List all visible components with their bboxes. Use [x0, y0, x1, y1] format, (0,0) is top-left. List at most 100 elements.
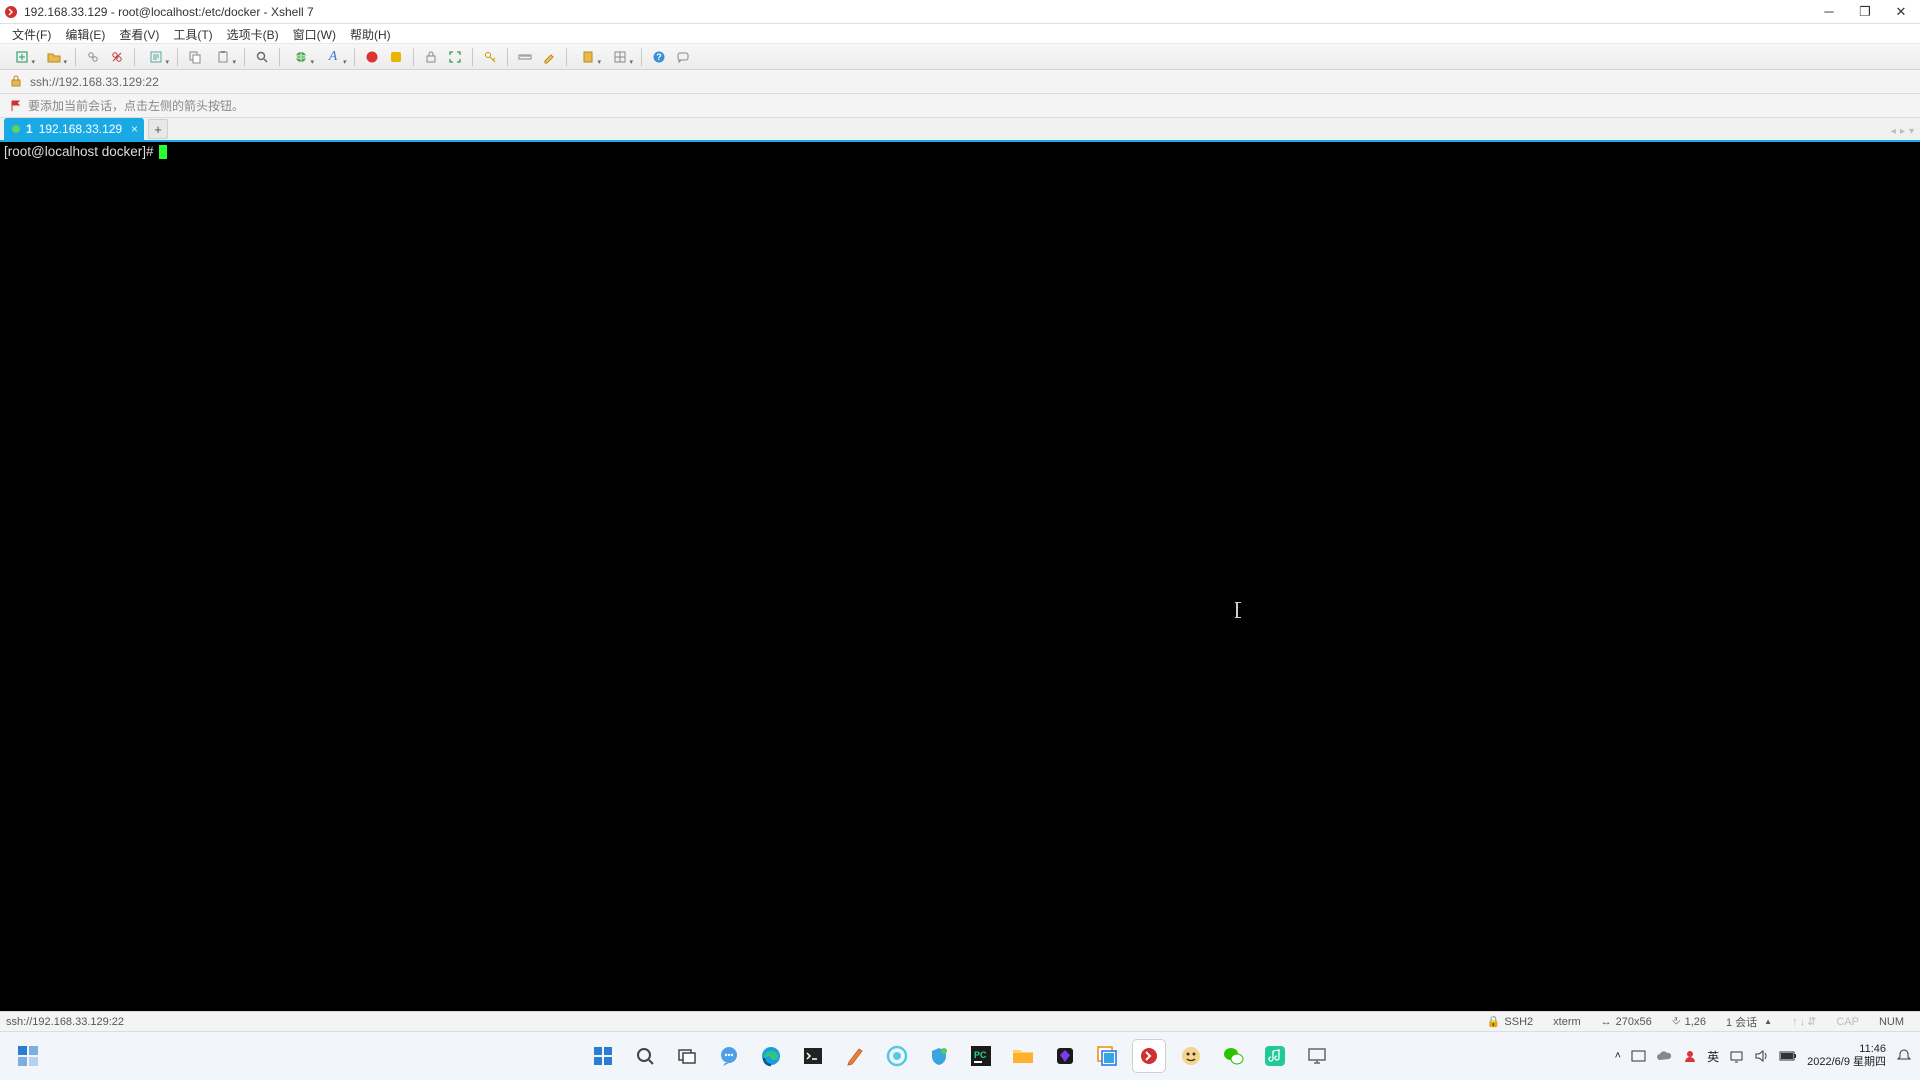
terminal-prompt: [root@localhost docker]# — [4, 144, 157, 159]
chevron-up-icon: ▲ — [1764, 1017, 1772, 1026]
arrow-up-icon[interactable]: ↑ — [1792, 1016, 1798, 1028]
properties-button[interactable] — [142, 47, 170, 67]
help-circle-icon[interactable]: ? — [649, 47, 669, 67]
menu-file[interactable]: 文件(F) — [12, 26, 51, 43]
svg-text:PC: PC — [974, 1050, 987, 1060]
system-tray: ˄ 英 11:46 2022/6/9 星期四 — [1615, 1043, 1912, 1069]
key-icon[interactable] — [480, 47, 500, 67]
status-cap: CAP — [1836, 1016, 1859, 1028]
windows-taskbar: PC ˄ 英 — [0, 1031, 1920, 1080]
disconnect-button[interactable] — [107, 47, 127, 67]
music-icon[interactable] — [1259, 1040, 1291, 1072]
paste-button[interactable] — [209, 47, 237, 67]
ruler-icon[interactable] — [515, 47, 535, 67]
arrow-sync-icon[interactable]: ⇵ — [1807, 1015, 1816, 1028]
menu-edit[interactable]: 编辑(E) — [65, 26, 105, 43]
menu-help[interactable]: 帮助(H) — [350, 26, 391, 43]
minimize-button[interactable]: ─ — [1820, 3, 1838, 21]
svg-text:?: ? — [656, 52, 662, 62]
font-button[interactable]: A — [319, 47, 347, 67]
size-icon: ↔ — [1601, 1016, 1612, 1028]
tab-next-icon[interactable]: ▸ — [1900, 126, 1905, 137]
terminal-icon[interactable] — [797, 1040, 829, 1072]
globe-button[interactable] — [287, 47, 315, 67]
lock-toolbar-icon[interactable] — [421, 47, 441, 67]
tab-menu-icon[interactable]: ▾ — [1909, 126, 1914, 137]
menu-view[interactable]: 查看(V) — [119, 26, 159, 43]
open-button[interactable] — [40, 47, 68, 67]
hint-text: 要添加当前会话，点击左侧的箭头按钮。 — [28, 97, 244, 114]
separator — [244, 48, 245, 66]
terminal[interactable]: [root@localhost docker]# — [0, 142, 1920, 1011]
widgets-icon[interactable] — [12, 1040, 44, 1072]
address-text: ssh://192.168.33.129:22 — [30, 75, 159, 89]
status-pos: ⎀1,26 — [1672, 1015, 1706, 1028]
new-session-button[interactable] — [8, 47, 36, 67]
app-icon-1[interactable] — [1175, 1040, 1207, 1072]
flag-icon[interactable] — [10, 100, 22, 112]
tray-battery-icon[interactable] — [1779, 1050, 1797, 1062]
tab-index: 1 — [26, 122, 33, 136]
tray-notification-icon[interactable] — [1896, 1048, 1912, 1064]
arrow-down-icon[interactable]: ↓ — [1800, 1016, 1806, 1028]
tab-close-icon[interactable]: × — [131, 122, 138, 136]
tab-nav: ◂ ▸ ▾ — [1891, 126, 1914, 137]
menu-window[interactable]: 窗口(W) — [293, 26, 336, 43]
edge-icon[interactable] — [755, 1040, 787, 1072]
vmware-icon[interactable] — [1091, 1040, 1123, 1072]
reconnect-button[interactable] — [83, 47, 103, 67]
wechat-icon[interactable] — [1217, 1040, 1249, 1072]
session-tab[interactable]: 1 192.168.33.129 × — [4, 118, 144, 140]
separator — [177, 48, 178, 66]
separator — [507, 48, 508, 66]
tray-clock[interactable]: 11:46 2022/6/9 星期四 — [1807, 1043, 1886, 1069]
windows-start-icon[interactable] — [587, 1040, 619, 1072]
tab-prev-icon[interactable]: ◂ — [1891, 126, 1896, 137]
separator — [279, 48, 280, 66]
menu-tools[interactable]: 工具(T) — [173, 26, 212, 43]
new-tab-button[interactable]: + — [148, 119, 168, 139]
status-bar: ssh://192.168.33.129:22 🔒SSH2 xterm ↔270… — [0, 1011, 1920, 1031]
status-sessions[interactable]: 1 会话▲ — [1726, 1014, 1772, 1030]
system-icon[interactable] — [1301, 1040, 1333, 1072]
bookmark-button[interactable] — [574, 47, 602, 67]
pos-icon: ⎀ — [1672, 1015, 1681, 1028]
chat-icon[interactable] — [673, 47, 693, 67]
menu-tab[interactable]: 选项卡(B) — [227, 26, 279, 43]
yellow-square-icon[interactable] — [386, 47, 406, 67]
mouse-ibeam-cursor — [1236, 602, 1238, 618]
teams-chat-icon[interactable] — [713, 1040, 745, 1072]
status-nav: ↑ ↓ ⇵ — [1792, 1015, 1816, 1028]
taskview-icon[interactable] — [671, 1040, 703, 1072]
layout-button[interactable] — [606, 47, 634, 67]
address-bar[interactable]: ssh://192.168.33.129:22 — [0, 70, 1920, 94]
file-explorer-icon[interactable] — [1007, 1040, 1039, 1072]
pen-icon[interactable] — [839, 1040, 871, 1072]
fullscreen-icon[interactable] — [445, 47, 465, 67]
close-button[interactable]: ✕ — [1892, 3, 1910, 21]
search-icon[interactable] — [629, 1040, 661, 1072]
separator — [134, 48, 135, 66]
tray-app-icon[interactable] — [1631, 1049, 1646, 1064]
tray-chevron-up-icon[interactable]: ˄ — [1615, 1050, 1621, 1062]
find-button[interactable] — [252, 47, 272, 67]
highlighter-icon[interactable] — [539, 47, 559, 67]
tray-person-icon[interactable] — [1683, 1049, 1697, 1063]
separator — [75, 48, 76, 66]
xshell-taskbar-icon[interactable] — [1133, 1040, 1165, 1072]
tray-network-icon[interactable] — [1729, 1049, 1744, 1063]
copy-button[interactable] — [185, 47, 205, 67]
tray-ime[interactable]: 英 — [1707, 1048, 1719, 1065]
window-title: 192.168.33.129 - root@localhost:/etc/doc… — [24, 5, 1820, 19]
pycharm-icon[interactable]: PC — [965, 1040, 997, 1072]
obsidian-icon[interactable] — [1049, 1040, 1081, 1072]
lock-small-icon: 🔒 — [1487, 1015, 1501, 1028]
maximize-button[interactable]: ❐ — [1856, 3, 1874, 21]
tray-onedrive-icon[interactable] — [1656, 1050, 1673, 1062]
tray-volume-icon[interactable] — [1754, 1049, 1769, 1063]
hint-bar: 要添加当前会话，点击左侧的箭头按钮。 — [0, 94, 1920, 118]
status-dot-icon — [12, 125, 20, 133]
browser-icon[interactable] — [881, 1040, 913, 1072]
red-ball-icon[interactable] — [362, 47, 382, 67]
shield-icon[interactable] — [923, 1040, 955, 1072]
